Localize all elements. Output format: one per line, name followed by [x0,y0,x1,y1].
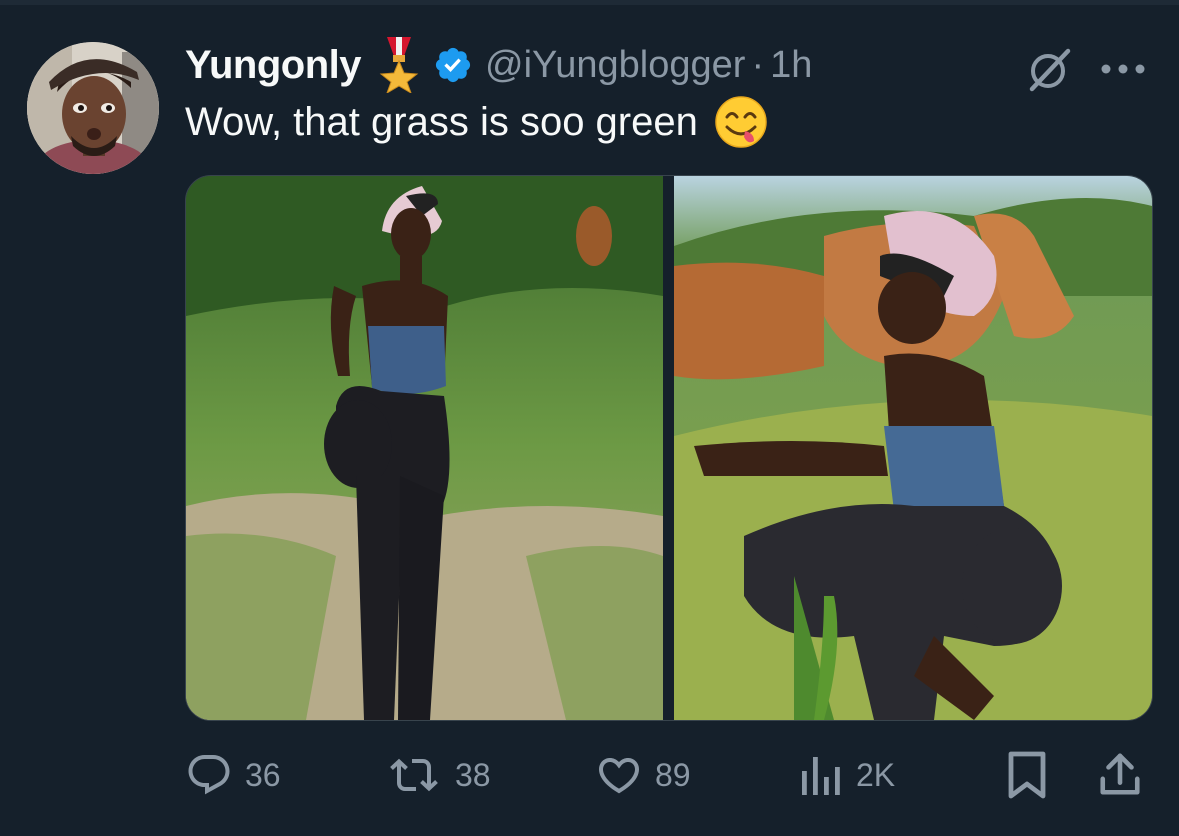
tweet-text-content: Wow, that grass is soo green [185,99,698,144]
post-time[interactable]: 1h [770,44,812,87]
bookmark-icon [1008,751,1046,799]
heart-icon [598,758,640,794]
display-name[interactable]: Yungonly [185,43,362,88]
face-savoring-food-icon [714,95,768,149]
share-button[interactable] [1097,745,1143,805]
reply-count: 36 [245,756,281,793]
views-button[interactable]: 2K [800,745,895,805]
media-photo-2[interactable] [674,176,1152,720]
views-chart-icon [802,757,840,795]
repost-icon [390,758,438,792]
verified-badge-icon[interactable] [433,45,473,85]
tweet-header: Yungonly @iYungblogger · 1h [185,35,812,95]
separator-dot: · [751,43,765,86]
grok-icon[interactable] [1024,45,1074,95]
tweet-actions: 36 38 89 2K [185,745,1151,805]
military-medal-icon [379,37,419,95]
repost-count: 38 [455,756,491,793]
share-icon [1100,753,1140,795]
media-photo-1[interactable] [186,176,663,720]
tweet-text: Wow, that grass is soo green [185,95,768,149]
reply-icon [188,755,230,795]
repost-button[interactable]: 38 [385,745,491,805]
like-count: 89 [655,756,691,793]
like-button[interactable]: 89 [595,745,691,805]
more-options-icon[interactable] [1098,49,1148,89]
bookmark-button[interactable] [1005,745,1049,805]
view-count: 2K [856,756,896,793]
media-grid [185,175,1153,721]
author-handle[interactable]: @iYungblogger [485,44,745,87]
avatar[interactable] [27,42,159,174]
reply-button[interactable]: 36 [185,745,281,805]
tweet-card[interactable]: Yungonly @iYungblogger · 1h Wow, that gr… [0,5,1179,836]
